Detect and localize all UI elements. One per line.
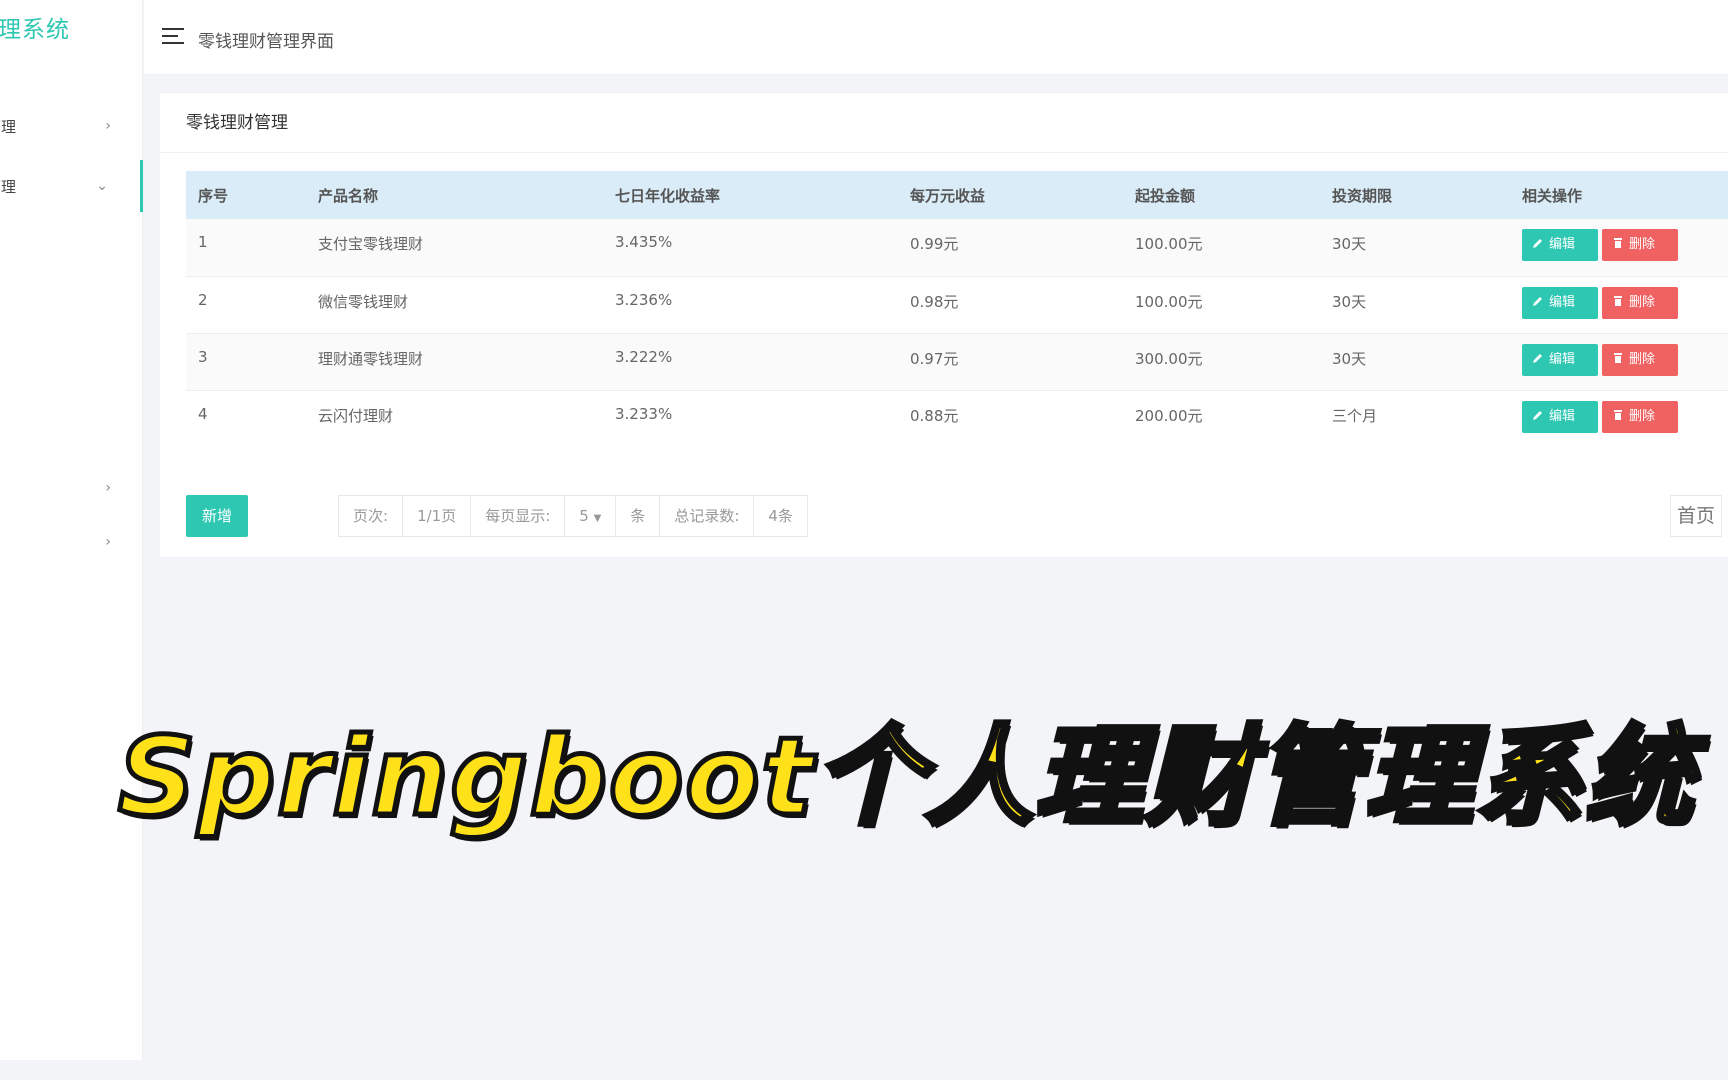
per-page-unit: 条 <box>616 496 661 536</box>
delete-button[interactable]: 删除 <box>1602 400 1678 433</box>
pencil-icon <box>1533 296 1542 306</box>
cell-term: 30天 <box>1320 276 1510 334</box>
cell-min: 100.00元 <box>1123 276 1320 334</box>
sidebar: 管理系统 管理 › 管理 ⌄ › › <box>0 0 143 1060</box>
add-button[interactable]: 新增 <box>186 495 248 537</box>
sidebar-item-label: 管理 <box>0 177 17 196</box>
delete-label: 删除 <box>1629 294 1656 310</box>
column-header: 投资期限 <box>1320 171 1510 219</box>
sidebar-item-1[interactable]: 管理 › <box>0 100 143 152</box>
table-row: 3 理财通零钱理财 3.222% 0.97元 300.00元 30天 编辑 删除 <box>186 333 1728 391</box>
sidebar-item-4[interactable]: › <box>0 516 143 568</box>
edit-label: 编辑 <box>1549 237 1576 252</box>
table-row: 4 云闪付理财 3.233% 0.88元 200.00元 三个月 编辑 删除 <box>186 390 1728 447</box>
cell-per10k: 0.99元 <box>898 219 1123 277</box>
pencil-icon <box>1533 353 1542 363</box>
cell-name: 理财通零钱理财 <box>306 333 603 391</box>
delete-button[interactable]: 删除 <box>1602 229 1678 261</box>
delete-button[interactable]: 删除 <box>1602 343 1678 376</box>
edit-button[interactable]: 编辑 <box>1522 400 1598 433</box>
trash-icon <box>1614 352 1622 363</box>
cell-per10k: 0.97元 <box>898 333 1123 391</box>
trash-icon <box>1614 295 1622 306</box>
cell-actions: 编辑 删除 <box>1510 219 1728 277</box>
edit-button[interactable]: 编辑 <box>1522 229 1598 261</box>
delete-label: 删除 <box>1629 408 1656 424</box>
cell-no: 2 <box>186 276 306 334</box>
overlay-title: Springboot个人理财管理系统 <box>116 713 1696 843</box>
cell-name: 支付宝零钱理财 <box>306 219 603 277</box>
table-row: 2 微信零钱理财 3.236% 0.98元 100.00元 30天 编辑 删除 <box>186 276 1728 334</box>
cell-no: 3 <box>186 333 306 391</box>
per-page-label: 每页显示: <box>471 496 566 536</box>
total-label: 总记录数: <box>660 496 755 536</box>
column-header: 序号 <box>186 171 306 219</box>
table-row: 1 支付宝零钱理财 3.435% 0.99元 100.00元 30天 编辑 删除 <box>186 219 1728 277</box>
cell-term: 三个月 <box>1332 406 1378 425</box>
cell-per10k: 0.88元 <box>910 406 959 425</box>
cell-min: 300.00元 <box>1123 333 1320 391</box>
column-header: 七日年化收益率 <box>603 171 898 219</box>
column-header: 相关操作 <box>1510 171 1728 219</box>
trash-icon <box>1614 409 1622 420</box>
edit-label: 编辑 <box>1549 294 1576 310</box>
delete-label: 删除 <box>1629 351 1656 367</box>
trash-icon <box>1614 238 1622 248</box>
cell-actions: 编辑 删除 <box>1510 276 1728 334</box>
cell-name: 云闪付理财 <box>318 406 394 425</box>
per-page-value: 5 <box>579 507 589 525</box>
edit-button[interactable]: 编辑 <box>1522 286 1598 319</box>
top-bar: 零钱理财管理界面 <box>144 0 1728 75</box>
sidebar-item-3[interactable]: › <box>0 462 143 514</box>
pencil-icon <box>1533 410 1542 420</box>
cell-no: 1 <box>186 219 306 277</box>
delete-button[interactable]: 删除 <box>1602 286 1678 319</box>
menu-icon[interactable] <box>162 28 184 46</box>
cell-rate: 3.435% <box>603 219 898 277</box>
column-header: 产品名称 <box>306 171 603 219</box>
cell-term: 30天 <box>1320 333 1510 391</box>
first-page-button[interactable]: 首页 <box>1669 495 1722 537</box>
edit-label: 编辑 <box>1549 351 1576 367</box>
cell-min: 200.00元 <box>1135 406 1203 425</box>
table-header-row: 序号 产品名称 七日年化收益率 每万元收益 起投金额 投资期限 相关操作 <box>186 171 1728 219</box>
page-value: 1/1页 <box>403 496 472 536</box>
cell-no: 4 <box>198 404 208 423</box>
breadcrumb: 零钱理财管理界面 <box>198 32 334 52</box>
column-header: 每万元收益 <box>898 171 1123 219</box>
caret-down-icon: ▼ <box>593 513 602 524</box>
chevron-right-icon: › <box>105 480 111 496</box>
delete-label: 删除 <box>1629 237 1656 252</box>
cell-rate: 3.236% <box>603 276 898 334</box>
cell-rate: 3.222% <box>603 333 898 391</box>
edit-label: 编辑 <box>1549 408 1576 424</box>
content-panel: 零钱理财管理 序号 产品名称 七日年化收益率 每万元收益 起投金额 投资期限 相… <box>160 92 1728 557</box>
column-header: 起投金额 <box>1123 171 1320 219</box>
chevron-right-icon: › <box>105 534 111 550</box>
pagination: 页次: 1/1页 每页显示: 5 ▼ 条 总记录数: 4条 <box>338 495 808 537</box>
cell-actions: 编辑 删除 <box>1510 333 1728 391</box>
cell-per10k: 0.98元 <box>898 276 1123 334</box>
total-value: 4条 <box>768 507 793 525</box>
cell-name: 微信零钱理财 <box>306 276 603 334</box>
sidebar-item-2[interactable]: 管理 ⌄ <box>0 160 143 212</box>
cell-term: 30天 <box>1320 219 1510 277</box>
chevron-right-icon: › <box>105 118 111 134</box>
per-page-select[interactable]: 5 ▼ <box>565 496 617 536</box>
sidebar-item-label: 管理 <box>0 117 17 136</box>
cell-min: 100.00元 <box>1123 219 1320 277</box>
panel-title: 零钱理财管理 <box>160 93 1728 153</box>
cell-rate: 3.233% <box>615 404 673 423</box>
brand-title: 管理系统 <box>0 17 70 43</box>
edit-button[interactable]: 编辑 <box>1522 343 1598 376</box>
pencil-icon <box>1533 239 1542 248</box>
chevron-down-icon: ⌄ <box>96 178 108 194</box>
product-table: 序号 产品名称 七日年化收益率 每万元收益 起投金额 投资期限 相关操作 1 支… <box>186 171 1728 447</box>
cell-actions: 编辑 删除 <box>1510 390 1728 447</box>
page-label: 页次: <box>339 496 404 536</box>
